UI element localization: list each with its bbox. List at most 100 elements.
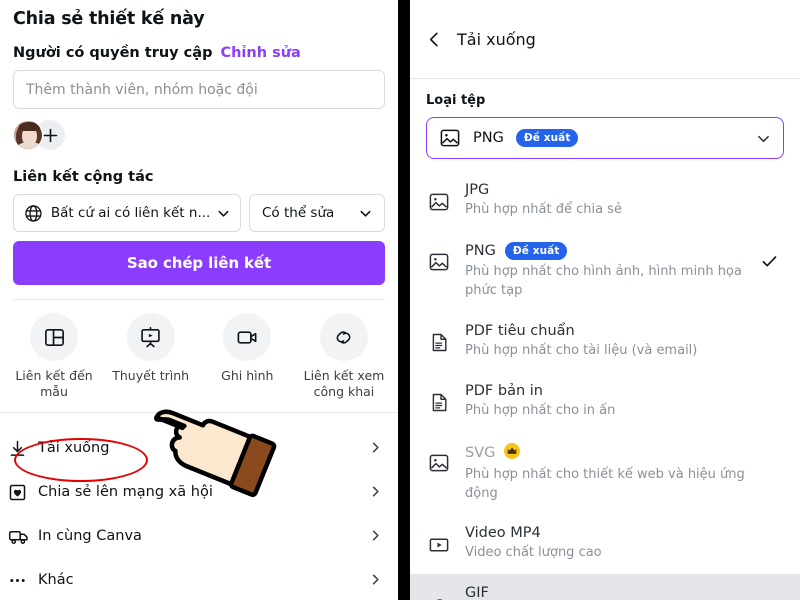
document-icon — [426, 383, 452, 413]
quick-action-icon-bg — [319, 313, 368, 361]
image-icon — [426, 182, 452, 213]
panel-divider — [398, 0, 410, 600]
menu-item-label: Khác — [38, 572, 74, 589]
filetype-option-check-slot — [760, 585, 786, 595]
filetype-option-check-slot — [760, 323, 786, 333]
link-scope-value: Bất cứ ai có liên kết n... — [50, 205, 209, 221]
quick-action-template-link[interactable]: Liên kết đến mẫu — [13, 313, 95, 399]
chevron-down-icon — [360, 210, 371, 217]
filetype-option-desc: Phù hợp nhất cho in ấn — [465, 402, 616, 418]
page-title: Chia sẻ thiết kế này — [13, 9, 205, 29]
link-permission-value: Có thể sửa — [262, 205, 335, 221]
presentation-icon — [141, 326, 160, 347]
quick-action-presentation[interactable]: Thuyết trình — [110, 313, 192, 399]
filetype-selected-name: PNG — [473, 130, 504, 146]
filetype-section: Loại tệp PNG Đề xuất — [410, 79, 800, 159]
heart-square-icon — [8, 483, 38, 502]
back-button[interactable] — [426, 31, 443, 48]
menu-item-more[interactable]: Khác — [0, 558, 398, 600]
menu-item-label: In cùng Canva — [38, 528, 142, 545]
filetype-option-check-slot — [760, 443, 786, 453]
quick-action-label: Liên kết đến mẫu — [15, 368, 93, 399]
link-permission-select[interactable]: Có thể sửa — [249, 194, 385, 232]
truck-icon — [8, 526, 38, 547]
globe-icon — [25, 204, 42, 222]
quick-action-public-link[interactable]: Liên kết xem công khai — [303, 313, 385, 399]
quick-actions: Liên kết đến mẫu Thuyết trình Ghi hình L… — [0, 299, 398, 399]
link-scope-select[interactable]: Bất cứ ai có liên kết n... — [13, 194, 241, 232]
filetype-option-name: PDF tiêu chuẩn — [465, 323, 575, 340]
chevron-right-icon — [369, 439, 394, 458]
filetype-option-check-slot — [760, 525, 786, 535]
document-icon — [426, 323, 452, 353]
filetype-option-title-row: Video MP4 — [465, 525, 747, 541]
template-link-icon — [44, 328, 64, 346]
menu-item-label: Chia sẻ lên mạng xã hội — [38, 484, 213, 501]
filetype-option-desc: Phù hợp nhất để chia sẻ — [465, 202, 622, 217]
filetype-option-title-row: PDF tiêu chuẩn — [465, 323, 747, 339]
filetype-option-body: PDF tiêu chuẩn Phù hợp nhất cho tài liệu… — [465, 323, 747, 361]
link-settings-row: Bất cứ ai có liên kết n... Có thể sửa — [13, 194, 385, 232]
download-icon — [8, 439, 38, 458]
filetype-select[interactable]: PNG Đề xuất — [426, 117, 784, 159]
share-menu-list: Tải xuống Chia sẻ lên mạng xã hội In cùn… — [0, 426, 398, 600]
gif-icon — [426, 585, 452, 600]
access-row: Người có quyền truy cập Chỉnh sửa — [13, 45, 385, 61]
image-icon — [426, 242, 452, 273]
filetype-option-desc: Video chất lượng cao — [465, 545, 602, 561]
quick-action-label: Thuyết trình — [112, 368, 190, 383]
filetype-option-body: JPG Phù hợp nhất để chia sẻ — [465, 182, 747, 220]
filetype-option-body: GIF Clip ngắn, không có tiếng — [465, 585, 747, 600]
selected-check-icon — [760, 242, 786, 271]
quick-action-icon-bg — [126, 313, 175, 361]
video-icon — [426, 525, 452, 556]
divider — [0, 412, 398, 414]
menu-item-print-canva[interactable]: In cùng Canva — [0, 514, 398, 558]
chevron-left-icon — [429, 32, 438, 46]
filetype-option-pdf-print[interactable]: PDF bản in Phù hợp nhất cho in ấn — [410, 372, 800, 432]
app-root: Chia sẻ thiết kế này Người có quyền truy… — [0, 0, 800, 600]
filetype-option-gif[interactable]: GIF Clip ngắn, không có tiếng — [410, 574, 800, 600]
filetype-option-title-row: SVG — [465, 442, 747, 463]
filetype-option-name: GIF — [465, 585, 489, 600]
public-view-link-icon — [337, 330, 351, 344]
filetype-option-body: PNG Đề xuất Phù hợp nhất cho hình ảnh, h… — [465, 241, 747, 301]
plus-icon — [43, 128, 57, 142]
quick-action-icon-bg — [223, 313, 272, 361]
filetype-option-desc: Phù hợp nhất cho thiết kế web và hiệu ứn… — [465, 466, 745, 501]
edit-access-link[interactable]: Chỉnh sửa — [220, 45, 300, 61]
access-label: Người có quyền truy cập — [13, 45, 213, 61]
filetype-option-title-row: GIF — [465, 585, 747, 600]
filetype-option-check-slot — [760, 182, 786, 192]
quick-action-label: Liên kết xem công khai — [303, 368, 385, 399]
quick-action-icon-bg — [30, 313, 78, 361]
filetype-option-svg[interactable]: SVG Phù hợp nhất cho thiết kế web và hiệ… — [410, 432, 800, 515]
quick-action-label: Ghi hình — [221, 368, 274, 383]
filetype-option-name: SVG — [465, 444, 496, 461]
chevron-right-icon — [369, 483, 394, 502]
filetype-option-pdf-standard[interactable]: PDF tiêu chuẩn Phù hợp nhất cho tài liệu… — [410, 312, 800, 372]
filetype-option-name: JPG — [465, 182, 490, 198]
chevron-down-icon — [758, 135, 769, 142]
filetype-option-jpg[interactable]: JPG Phù hợp nhất để chia sẻ — [410, 171, 800, 231]
download-panel-header: Tải xuống — [410, 0, 800, 78]
menu-item-share-social[interactable]: Chia sẻ lên mạng xã hội — [0, 470, 398, 514]
filetype-option-title-row: PDF bản in — [465, 383, 747, 399]
avatar[interactable] — [13, 120, 43, 150]
chevron-right-icon — [369, 527, 394, 546]
add-member-input[interactable] — [13, 70, 385, 109]
filetype-option-name: PDF bản in — [465, 382, 543, 399]
copy-link-button[interactable]: Sao chép liên kết — [13, 241, 385, 285]
filetype-option-png[interactable]: PNG Đề xuất Phù hợp nhất cho hình ảnh, h… — [410, 231, 800, 312]
filetype-option-check-slot — [760, 383, 786, 393]
filetype-option-video-mp4[interactable]: Video MP4 Video chất lượng cao — [410, 514, 800, 574]
chevron-down-icon — [218, 210, 229, 217]
quick-action-record[interactable]: Ghi hình — [206, 313, 288, 399]
recommended-badge: Đề xuất — [504, 241, 568, 261]
chevron-right-icon — [369, 571, 394, 590]
menu-item-download[interactable]: Tải xuống — [0, 426, 398, 470]
menu-item-label: Tải xuống — [38, 440, 110, 457]
filetype-option-name: PNG — [465, 243, 496, 260]
more-dots-icon — [8, 571, 38, 590]
filetype-label: Loại tệp — [426, 93, 486, 108]
